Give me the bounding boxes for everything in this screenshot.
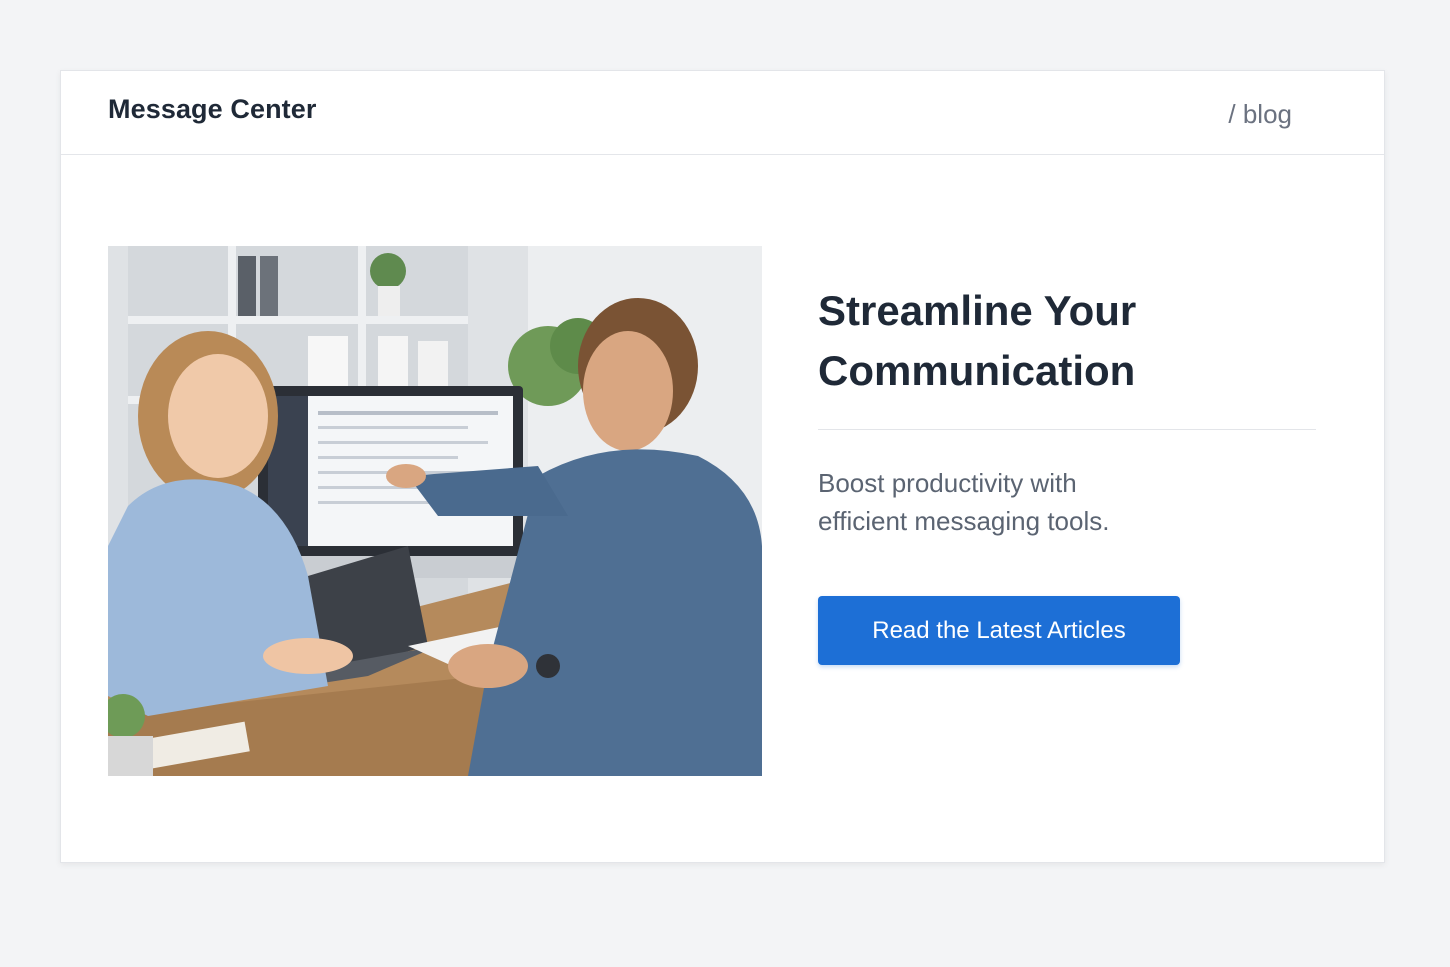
hero-text: Streamline Your Communication Boost prod… — [818, 281, 1316, 665]
app-title: Message Center — [108, 94, 317, 124]
office-photo-icon — [108, 246, 762, 776]
read-articles-button[interactable]: Read the Latest Articles — [818, 596, 1180, 665]
hero-subtext: Boost productivity with efficient messag… — [818, 468, 1110, 536]
hero-image — [108, 246, 762, 776]
breadcrumb[interactable]: / blog — [1228, 99, 1292, 130]
hero-headline: Streamline Your Communication — [818, 287, 1137, 394]
message-center-card: Message Center / blog Streamline Your Co… — [60, 70, 1385, 863]
divider — [818, 429, 1316, 430]
card-header: Message Center / blog — [61, 71, 1384, 155]
